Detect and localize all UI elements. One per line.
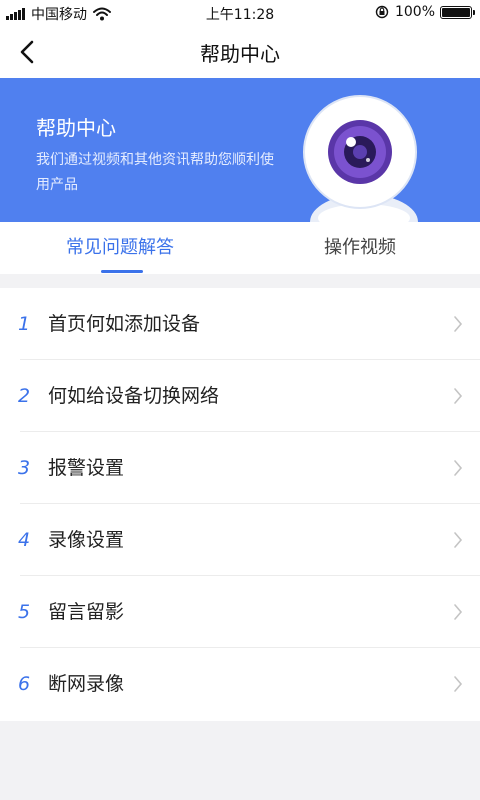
faq-number: 2	[18, 385, 31, 407]
rotation-lock-icon	[375, 5, 389, 19]
faq-label: 何如给设备切换网络	[48, 385, 220, 407]
tab-faq-label: 常见问题解答	[66, 237, 174, 258]
faq-item-1[interactable]: 1 首页何如添加设备	[0, 288, 480, 360]
tab-video-label: 操作视频	[324, 237, 396, 258]
faq-item-6[interactable]: 6 断网录像	[0, 648, 480, 720]
faq-number: 6	[18, 673, 31, 695]
tab-bar: 常见问题解答 操作视频	[0, 222, 480, 274]
banner-title: 帮助中心	[36, 116, 116, 140]
faq-item-5[interactable]: 5 留言留影	[0, 576, 480, 648]
faq-item-3[interactable]: 3 报警设置	[0, 432, 480, 504]
faq-label: 留言留影	[48, 601, 125, 623]
camera-eye-icon	[303, 95, 418, 222]
section-gap	[0, 274, 480, 288]
chevron-right-icon	[454, 604, 463, 620]
faq-label: 录像设置	[48, 529, 125, 551]
faq-label: 首页何如添加设备	[48, 313, 201, 335]
faq-label: 报警设置	[48, 457, 125, 479]
battery-icon	[440, 5, 475, 19]
chevron-right-icon	[454, 676, 463, 692]
banner-description: 我们通过视频和其他资讯帮助您顺利使用产品	[36, 152, 274, 193]
chevron-right-icon	[454, 388, 463, 404]
chevron-right-icon	[454, 532, 463, 548]
chevron-right-icon	[454, 460, 463, 476]
faq-item-4[interactable]: 4 录像设置	[0, 504, 480, 576]
page-title: 帮助中心	[200, 42, 280, 66]
chevron-right-icon	[454, 316, 463, 332]
faq-number: 4	[18, 529, 31, 551]
tab-video[interactable]: 操作视频	[240, 222, 480, 274]
faq-item-2[interactable]: 2 何如给设备切换网络	[0, 360, 480, 432]
battery-fill	[442, 7, 470, 17]
status-right: 100%	[375, 4, 475, 20]
help-banner: 帮助中心 我们通过视频和其他资讯帮助您顺利使用产品	[0, 78, 480, 222]
faq-list: 1 首页何如添加设备 2 何如给设备切换网络 3 报警设置 4 录像设置 5 留…	[0, 288, 480, 720]
faq-number: 1	[18, 313, 31, 335]
empty-area	[0, 721, 480, 800]
faq-label: 断网录像	[48, 673, 125, 695]
status-bar: 中国移动 上午11:28 100%	[0, 0, 480, 26]
tab-faq[interactable]: 常见问题解答	[0, 222, 240, 274]
faq-number: 5	[18, 601, 31, 623]
active-tab-indicator	[101, 270, 143, 273]
nav-bar: 帮助中心	[0, 26, 480, 78]
battery-percent: 100%	[394, 4, 435, 20]
faq-number: 3	[18, 457, 31, 479]
